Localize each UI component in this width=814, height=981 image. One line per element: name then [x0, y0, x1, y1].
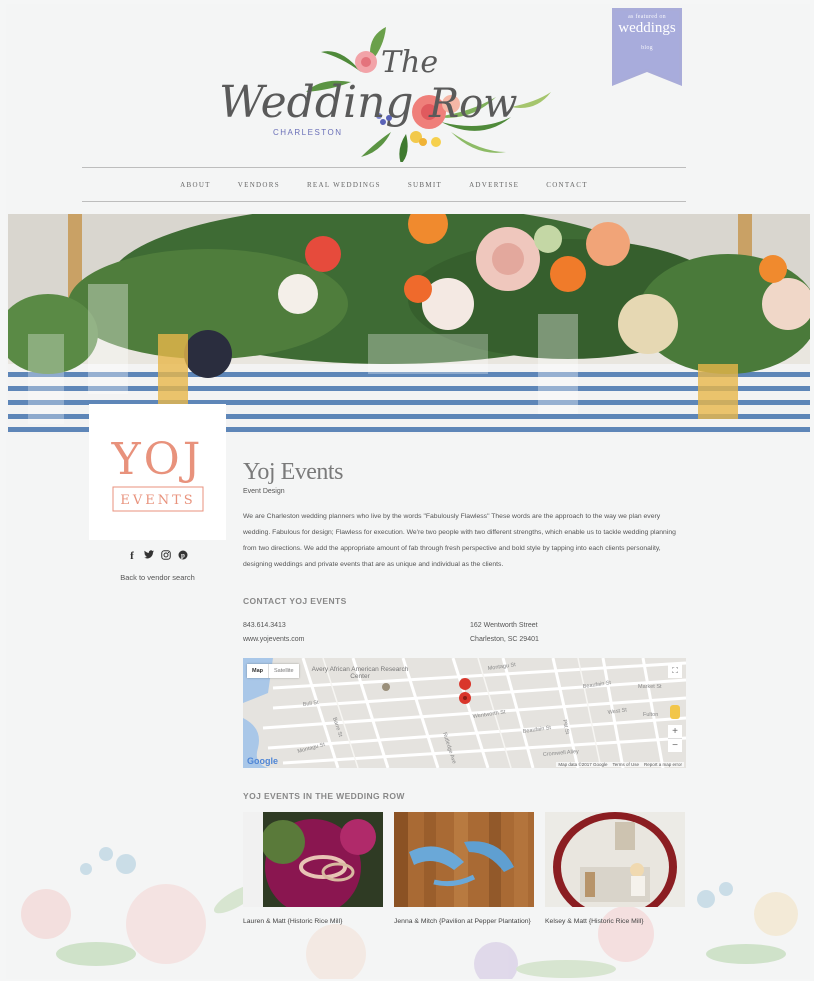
page: The Wedding Row CHARLESTON as featured o…	[0, 0, 814, 981]
twitter-icon[interactable]	[144, 550, 155, 563]
svg-text:Fulton: Fulton	[643, 712, 658, 718]
gallery-caption[interactable]: Lauren & Matt {Historic Rice Mill}	[243, 914, 383, 929]
logo-row: Row	[428, 81, 517, 127]
nav-about[interactable]: ABOUT	[180, 171, 211, 199]
site-logo[interactable]: The Wedding Row CHARLESTON	[211, 22, 571, 162]
vendor-logo-card: YOJ EVENTS	[89, 404, 226, 540]
map-data-credit: Map data ©2017 Google	[558, 762, 608, 767]
contact-phone[interactable]: 843.614.3413	[243, 619, 304, 633]
map-footer: Map data ©2017 Google Terms of Use Repor…	[556, 762, 684, 767]
zoom-out-button[interactable]: −	[668, 738, 682, 752]
logo-wedding: Wedding	[219, 77, 414, 128]
vendor-social-links: f p	[89, 550, 226, 563]
facebook-icon[interactable]: f	[127, 550, 138, 563]
nav-advertise[interactable]: ADVERTISE	[469, 171, 519, 199]
instagram-icon[interactable]	[161, 550, 172, 563]
site-frame: The Wedding Row CHARLESTON as featured o…	[6, 4, 810, 979]
location-map[interactable]: Bull St Wentworth St Beaufain St Cromwel…	[243, 658, 686, 768]
gallery-item[interactable]: Jenna & Mitch {Pavilion at Pepper Planta…	[394, 812, 534, 929]
contact-website[interactable]: www.yojevents.com	[243, 633, 304, 647]
ribbon-text: as featured on weddings blog	[612, 14, 682, 51]
map-place-label[interactable]: Avery African American Research Center	[305, 666, 415, 680]
hero-image	[8, 214, 810, 434]
contact-heading: CONTACT YOJ EVENTS	[243, 596, 347, 606]
gallery-heading: YOJ EVENTS IN THE WEDDING ROW	[243, 791, 405, 801]
google-logo: Google	[247, 756, 278, 766]
gallery-item[interactable]: Kelsey & Matt {Historic Rice Mill}	[545, 812, 685, 929]
gallery-photo-mirror[interactable]	[545, 812, 685, 922]
map-zoom-control: + −	[668, 725, 682, 752]
fullscreen-icon[interactable]: ⛶	[668, 664, 682, 678]
pinterest-icon[interactable]: p	[178, 550, 189, 563]
vendor-logo-top: YOJ	[111, 434, 204, 485]
zoom-in-button[interactable]: +	[668, 725, 682, 738]
gallery-caption[interactable]: Jenna & Mitch {Pavilion at Pepper Planta…	[394, 914, 534, 929]
map-type-map[interactable]: Map	[247, 664, 268, 678]
svg-text:p: p	[181, 552, 185, 560]
map-type-satellite[interactable]: Satellite	[268, 664, 299, 678]
svg-text:Market St: Market St	[638, 684, 662, 690]
vendor-category: Event Design	[243, 488, 285, 495]
contact-street: 162 Wentworth Street	[470, 622, 538, 629]
vendor-name: Yoj Events	[243, 459, 343, 485]
nav-real-weddings[interactable]: REAL WEDDINGS	[307, 171, 381, 199]
logo-the: The	[381, 45, 438, 80]
vendor-description: We are Charleston wedding planners who l…	[243, 513, 676, 568]
map-type-control: Map Satellite	[247, 664, 299, 678]
logo-city: CHARLESTON	[273, 128, 343, 137]
gallery-item[interactable]: Lauren & Matt {Historic Rice Mill}	[243, 812, 383, 929]
nav-vendors[interactable]: VENDORS	[238, 171, 280, 199]
ribbon-big: weddings	[618, 20, 676, 36]
gallery-photo-rings[interactable]	[243, 812, 383, 915]
ribbon-small-bottom: blog	[641, 45, 653, 51]
map-terms-link[interactable]: Terms of Use	[612, 762, 639, 767]
vendor-logo: YOJ EVENTS	[111, 434, 204, 512]
vendor-details: Yoj Events Event Design We are Charlesto…	[243, 459, 688, 573]
contact-city: Charleston, SC 29401	[470, 636, 539, 643]
map-report-link[interactable]: Report a map error	[644, 762, 682, 767]
pegman-icon[interactable]	[670, 705, 680, 719]
gallery-photo-shoes[interactable]	[394, 812, 534, 907]
nav-contact[interactable]: CONTACT	[546, 171, 588, 199]
nav-submit[interactable]: SUBMIT	[408, 171, 442, 199]
gallery-caption[interactable]: Kelsey & Matt {Historic Rice Mill}	[545, 914, 685, 929]
back-to-vendor-search-link[interactable]: Back to vendor search	[89, 573, 226, 582]
vendor-logo-bottom: EVENTS	[120, 493, 195, 508]
main-nav: ABOUT VENDORS REAL WEDDINGS SUBMIT ADVER…	[82, 167, 686, 202]
ribbon-small-top: as featured on	[628, 14, 666, 20]
